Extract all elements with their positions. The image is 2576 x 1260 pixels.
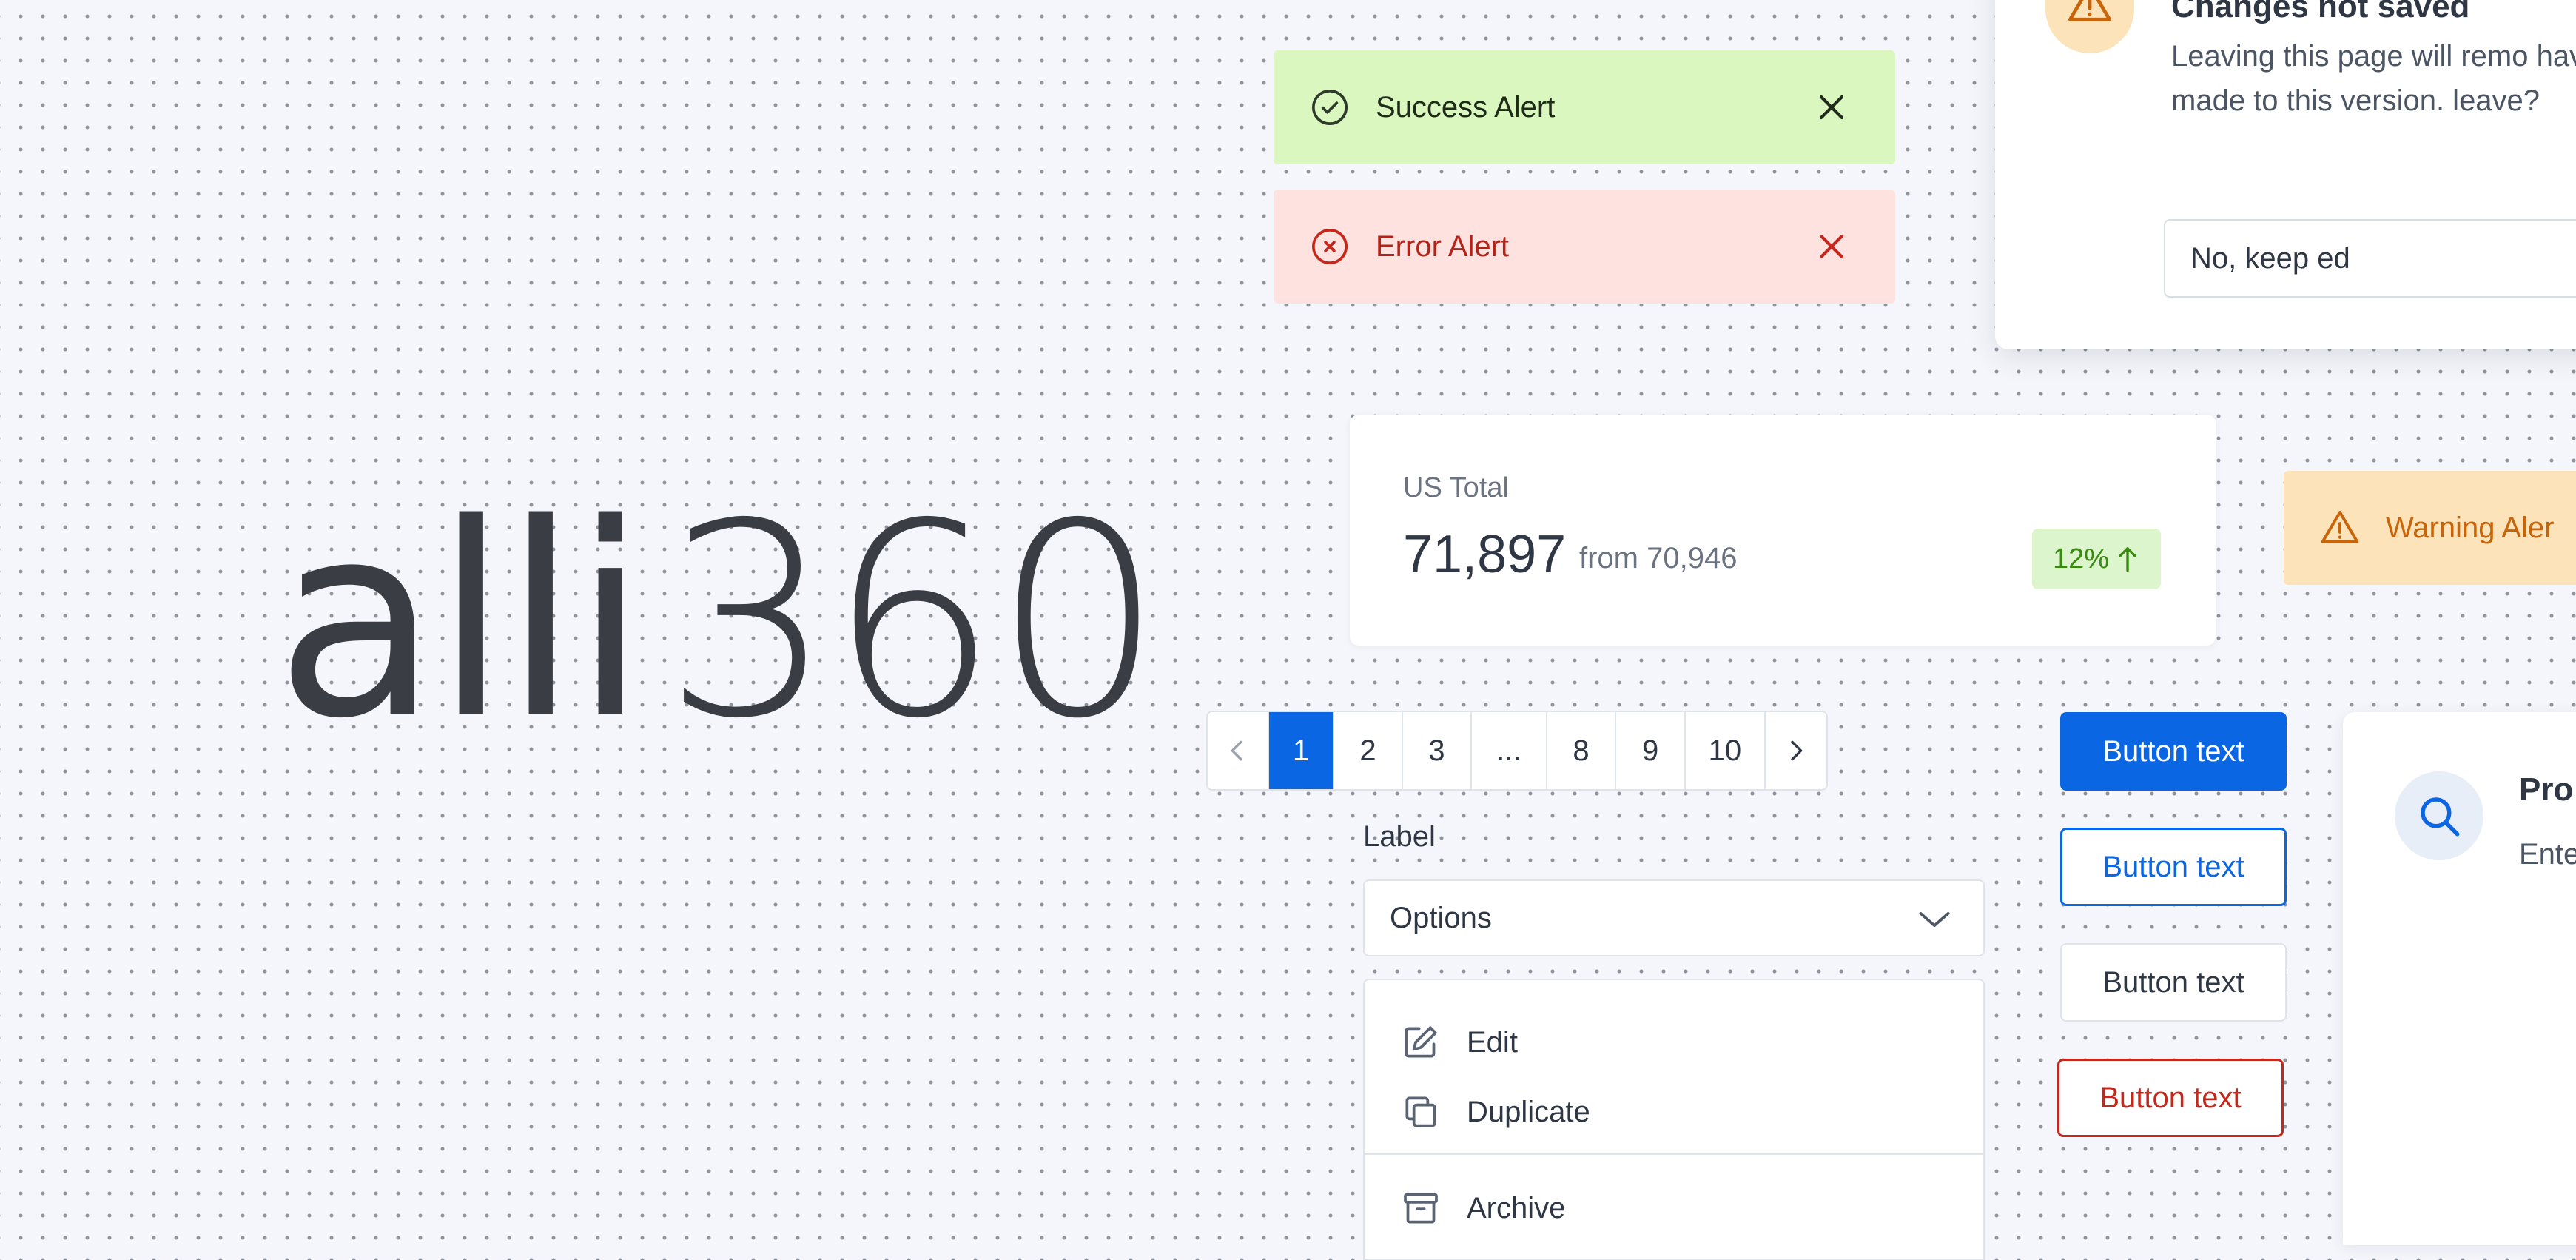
pencil-icon [1400,1022,1442,1063]
chevron-left-icon [1223,736,1252,765]
search-card-title: Pro [2519,771,2574,808]
warning-triangle-icon [2319,507,2361,549]
error-alert-text: Error Alert [1376,229,1510,263]
keep-editing-button[interactable]: No, keep ed [2164,219,2576,298]
page-button[interactable]: 3 [1403,712,1473,789]
chevron-right-icon [1781,736,1811,765]
chevron-down-icon [1914,899,1955,940]
danger-button[interactable]: Button text [2057,1059,2284,1137]
page-button[interactable]: 2 [1334,712,1403,789]
modal-body: Leaving this page will remo have made to… [2171,40,2576,117]
previous-page-button[interactable] [1208,712,1269,789]
menu-divider [1365,1153,1983,1155]
options-menu: Edit Duplicate Archive [1363,979,1985,1260]
check-circle-icon [1309,87,1351,128]
menu-item-label: Edit [1467,1025,1518,1059]
stat-change: 12% [2052,543,2110,574]
warning-alert: Warning Aler [2284,471,2576,585]
stat-value: 71,897 [1403,525,1567,584]
page-button[interactable]: 10 [1686,712,1766,789]
error-alert: Error Alert [1274,190,1895,304]
menu-item-edit[interactable]: Edit [1365,1005,1983,1079]
logo-word: alli [275,466,648,777]
next-page-button[interactable] [1766,712,1826,789]
outline-button[interactable]: Button text [2060,828,2287,906]
stat-card: US Total 71,897 from 70,946 12% [1350,415,2216,646]
arrow-up-icon [2115,544,2140,574]
modal-title: Changes not saved [2171,0,2470,24]
close-icon[interactable] [1811,226,1852,267]
page-button[interactable]: 1 [1268,712,1335,789]
primary-button[interactable]: Button text [2060,712,2287,791]
page-button[interactable]: 9 [1616,712,1686,789]
x-circle-icon [1309,226,1351,267]
stat-change-badge: 12% [2032,529,2161,589]
search-empty-state-card: Pro Ente bar. mos as p [2343,712,2576,1245]
stat-label: US Total [1403,472,1509,503]
pagination: 1 2 3 ... 8 9 10 [1206,711,1828,791]
options-select[interactable]: Options [1363,879,1985,956]
warning-triangle-icon [2045,0,2134,53]
field-label: Label [1363,820,1436,853]
warning-alert-text: Warning Aler [2386,511,2555,544]
success-alert-text: Success Alert [1376,90,1556,124]
duplicate-icon [1400,1091,1442,1133]
search-card-body: Ente bar. mos as p [2519,838,2576,871]
stat-previous: from 70,946 [1579,542,1738,574]
close-icon[interactable] [1811,87,1852,128]
page-button[interactable]: 8 [1547,712,1617,789]
page-ellipsis: ... [1472,712,1547,789]
logo-number: 360 [663,466,1163,777]
alli360-logo: alli360 [275,489,1163,755]
menu-item-label: Archive [1467,1191,1566,1224]
neutral-button[interactable]: Button text [2060,943,2287,1022]
search-icon [2395,771,2483,860]
archive-icon [1400,1187,1442,1229]
menu-item-label: Duplicate [1467,1095,1590,1128]
menu-item-duplicate[interactable]: Duplicate [1365,1075,1983,1149]
menu-item-archive[interactable]: Archive [1365,1171,1983,1245]
success-alert: Success Alert [1274,50,1895,164]
select-value: Options [1390,901,1492,934]
